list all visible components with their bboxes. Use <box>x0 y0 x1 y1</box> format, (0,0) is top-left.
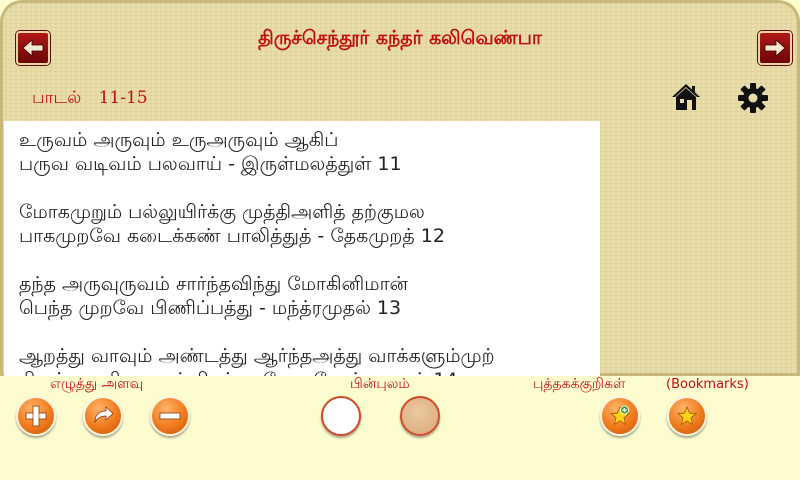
plus-icon <box>25 405 47 427</box>
bookmarks-button[interactable] <box>667 396 707 436</box>
add-bookmark-button[interactable] <box>600 396 640 436</box>
bookmarks-label-en: (Bookmarks) <box>666 377 749 392</box>
next-button[interactable] <box>758 31 792 65</box>
verse-line: ஆறத்து வாவும் அண்டத்து ஆர்ந்தஅத்து வாக்க… <box>19 345 495 367</box>
bookmarks-label: புத்தகக்குறிகள் <box>533 376 626 392</box>
star-icon <box>676 405 698 426</box>
paper-background-button[interactable] <box>400 396 440 436</box>
verse-14: ஆறத்து வாவும் அண்டத்து ஆர்ந்தஅத்து வாக்க… <box>4 344 600 376</box>
verse-line: பெந்த முறவே பிணிப்பத்து - மந்த்ரமுதல் 13 <box>19 297 402 319</box>
verse-line: தந்த அருவுருவம் சார்ந்தவிந்து மோகினிமான் <box>19 273 408 295</box>
song-range: 11-15 <box>98 88 148 108</box>
reset-font-button[interactable] <box>83 396 123 436</box>
verse-line: உருவம் அருவும் உருஅருவும் ஆகிப் <box>19 129 339 151</box>
home-button[interactable] <box>671 82 701 112</box>
song-number-label: பாடல் 11-15 <box>32 88 148 110</box>
verse-line: மோகமுறும் பல்லுயிர்க்கு முத்திஅளித் தற்க… <box>19 201 425 223</box>
page-frame: திருச்செந்தூர் கந்தர் கலிவெண்பா பாடல் 11… <box>0 0 800 376</box>
font-size-label: எழுத்து அளவு <box>50 376 144 392</box>
decrease-font-button[interactable] <box>150 396 190 436</box>
background-label: பின்புலம் <box>350 376 410 392</box>
bottom-toolbar: எழுத்து அளவு பின்புலம் புத்தகக்குறிகள் (… <box>0 376 800 480</box>
gear-icon <box>738 83 768 113</box>
redo-arrow-icon <box>94 406 114 424</box>
verse-line: றிருந்த ஒளியுருவம் சிறந்ததுவே - தோற்றமுற… <box>19 368 600 376</box>
verse-12: மோகமுறும் பல்லுயிர்க்கு முத்திஅளித் தற்க… <box>4 200 600 248</box>
verse-content[interactable]: உருவம் அருவும் உருஅருவும் ஆகிப் பருவ வடி… <box>4 121 600 376</box>
white-background-button[interactable] <box>321 396 361 436</box>
verse-13: தந்த அருவுருவம் சார்ந்தவிந்து மோகினிமான்… <box>4 272 600 320</box>
verse-line: பாகமுறவே கடைக்கண் பாலித்துத் - தேகமுறத் … <box>19 225 445 247</box>
star-add-icon <box>609 405 631 426</box>
verse-line: பருவ வடிவம் பலவாய் - இருள்மலத்துள் 11 <box>19 153 402 175</box>
minus-icon <box>159 412 181 420</box>
song-label-text: பாடல் <box>32 88 82 108</box>
increase-font-button[interactable] <box>16 396 56 436</box>
header: திருச்செந்தூர் கந்தர் கலிவெண்பா பாடல் 11… <box>0 0 800 120</box>
right-arrow-icon <box>764 39 786 57</box>
settings-button[interactable] <box>737 82 769 114</box>
home-icon <box>672 84 700 110</box>
page-title: திருச்செந்தூர் கந்தர் கலிவெண்பா <box>258 27 542 49</box>
verse-11: உருவம் அருவும் உருஅருவும் ஆகிப் பருவ வடி… <box>4 121 600 176</box>
